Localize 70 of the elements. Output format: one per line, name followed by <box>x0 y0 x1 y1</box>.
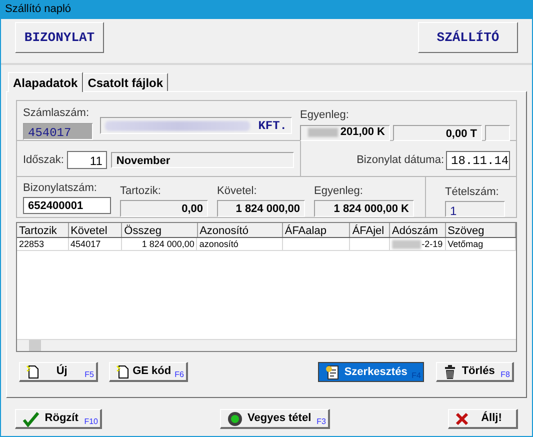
balance-field: 0,00 T <box>393 124 482 140</box>
field-label: Tartozik: <box>120 184 162 198</box>
column-header[interactable]: ÁFAalap <box>282 223 350 237</box>
button-label: Törlés <box>460 364 496 380</box>
table-cell: 454017 <box>70 238 101 250</box>
status-light-icon <box>227 410 243 426</box>
notepad-icon <box>325 364 341 380</box>
cross-icon <box>455 412 469 426</box>
debit-field: 0,00 <box>120 200 208 217</box>
credit-field: 1 824 000,00 <box>217 200 305 217</box>
table-cell: 1 824 000,00 <box>142 238 194 250</box>
scrollbar[interactable] <box>17 339 516 351</box>
action-button[interactable]: Vegyes tétel F3 <box>220 409 330 429</box>
field-label: Egyenleg: <box>314 184 364 198</box>
page-icon <box>116 364 130 378</box>
account-number-field: 454017 <box>23 122 93 140</box>
action-button[interactable]: Rögzít F10 <box>15 409 102 429</box>
page-icon <box>26 364 40 378</box>
company-suffix: KFT. <box>258 118 287 134</box>
header-label: BIZONYLAT <box>15 22 104 53</box>
scrollbar-thumb[interactable] <box>29 340 41 351</box>
field-label: Egyenleg: <box>300 108 350 123</box>
column-header[interactable]: Követel <box>68 223 122 237</box>
field-label: Számlaszám: <box>23 106 90 121</box>
blurred-text <box>308 128 338 137</box>
period-input[interactable]: 11 <box>66 151 108 170</box>
table-cell: -2-19 <box>422 238 443 250</box>
window-title: Szállító napló <box>5 2 72 18</box>
field-label: Követel: <box>217 184 258 198</box>
shortcut-hint: F8 <box>500 370 510 380</box>
tab[interactable]: Csatolt fájlok <box>82 73 168 91</box>
trash-icon <box>443 364 457 380</box>
tab[interactable]: Alapadatok <box>8 72 83 92</box>
header-label: SZÁLLÍTÓ <box>418 22 518 53</box>
blurred-text <box>392 240 421 248</box>
shortcut-hint: F10 <box>84 417 98 427</box>
shortcut-hint: F3 <box>316 417 326 427</box>
document-number-input[interactable]: 652400001 <box>23 197 111 214</box>
field-label: Időszak: <box>23 153 64 168</box>
empty-field <box>485 124 510 140</box>
button-label: Vegyes tétel <box>246 411 312 426</box>
shortcut-hint: F6 <box>174 370 184 380</box>
shortcut-hint: F5 <box>84 370 94 380</box>
field-label: Bizonylatszám: <box>23 180 98 196</box>
field-label: Bizonylat dátuma: <box>356 153 444 168</box>
button-label: Rögzít <box>44 411 80 426</box>
item-count-field: 1 <box>445 201 505 217</box>
balance-field: 1 824 000,00 K <box>314 200 414 217</box>
table-cell: 22853 <box>19 238 44 250</box>
button-label: Szerkesztés <box>343 364 408 380</box>
button-label: Állj! <box>480 410 503 426</box>
column-header[interactable]: Azonosító <box>198 223 283 237</box>
column-header[interactable]: Összeg <box>122 223 198 237</box>
column-header[interactable]: Szöveg <box>446 223 516 237</box>
field-label: Tételszám: <box>445 184 500 200</box>
column-header[interactable]: Tartozik <box>17 223 69 237</box>
table-cell: Vetőmag <box>448 238 484 250</box>
button-label: Új <box>55 363 68 380</box>
balance-value: 201,00 K <box>340 125 385 140</box>
action-button[interactable]: Állj! <box>448 409 518 429</box>
table-cell: azonosító <box>199 238 238 250</box>
column-header[interactable]: ÁFAjel <box>350 223 390 237</box>
date-input[interactable]: 18.11.14 <box>446 150 510 170</box>
checkmark-icon <box>22 410 40 426</box>
month-field: November <box>111 152 294 168</box>
action-button[interactable]: Törlés F8 <box>436 362 514 382</box>
action-button[interactable]: GE kód F6 <box>109 362 188 382</box>
button-label: GE kód <box>132 364 172 380</box>
column-header[interactable]: Adószám <box>390 223 446 237</box>
action-button[interactable]: Új F5 <box>19 362 98 382</box>
